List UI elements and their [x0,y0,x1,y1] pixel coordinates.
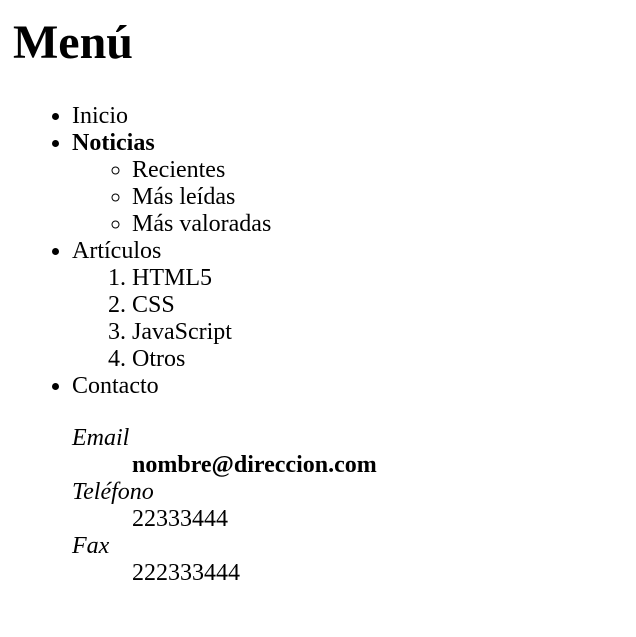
menu-item-label[interactable]: Noticias [72,130,155,156]
main-menu: Inicio Noticias Recientes Más leídas Más… [72,103,271,400]
email-label: Email [72,425,130,451]
menu-item-articulos[interactable]: Artículos HTML5 CSS JavaScript Otros [72,238,271,373]
menu-item-noticias[interactable]: Noticias Recientes Más leídas Más valora… [72,130,271,238]
noticias-submenu: Recientes Más leídas Más valoradas [72,157,271,238]
menu-item-contacto[interactable]: Contacto [72,373,271,400]
submenu-item-mas-leidas[interactable]: Más leídas [132,184,271,211]
menu-item-inicio[interactable]: Inicio [72,103,271,130]
fax-value: 222333444 [132,560,240,586]
submenu-item-css[interactable]: CSS [132,292,271,319]
menu-item-label[interactable]: Artículos [72,238,161,264]
page-title: Menú [13,16,133,69]
submenu-item-otros[interactable]: Otros [132,346,271,373]
menu-item-label[interactable]: Contacto [72,373,159,399]
submenu-item-mas-valoradas[interactable]: Más valoradas [132,211,271,238]
contact-details: Email nombre@direccion.com Teléfono 2233… [72,425,377,587]
submenu-item-javascript[interactable]: JavaScript [132,319,271,346]
phone-value: 22333444 [132,506,228,532]
phone-label: Teléfono [72,479,154,505]
email-value: nombre@direccion.com [132,452,377,478]
submenu-item-recientes[interactable]: Recientes [132,157,271,184]
menu-item-label[interactable]: Inicio [72,103,128,129]
submenu-item-html5[interactable]: HTML5 [132,265,271,292]
articulos-submenu: HTML5 CSS JavaScript Otros [72,265,271,373]
fax-label: Fax [72,533,110,559]
